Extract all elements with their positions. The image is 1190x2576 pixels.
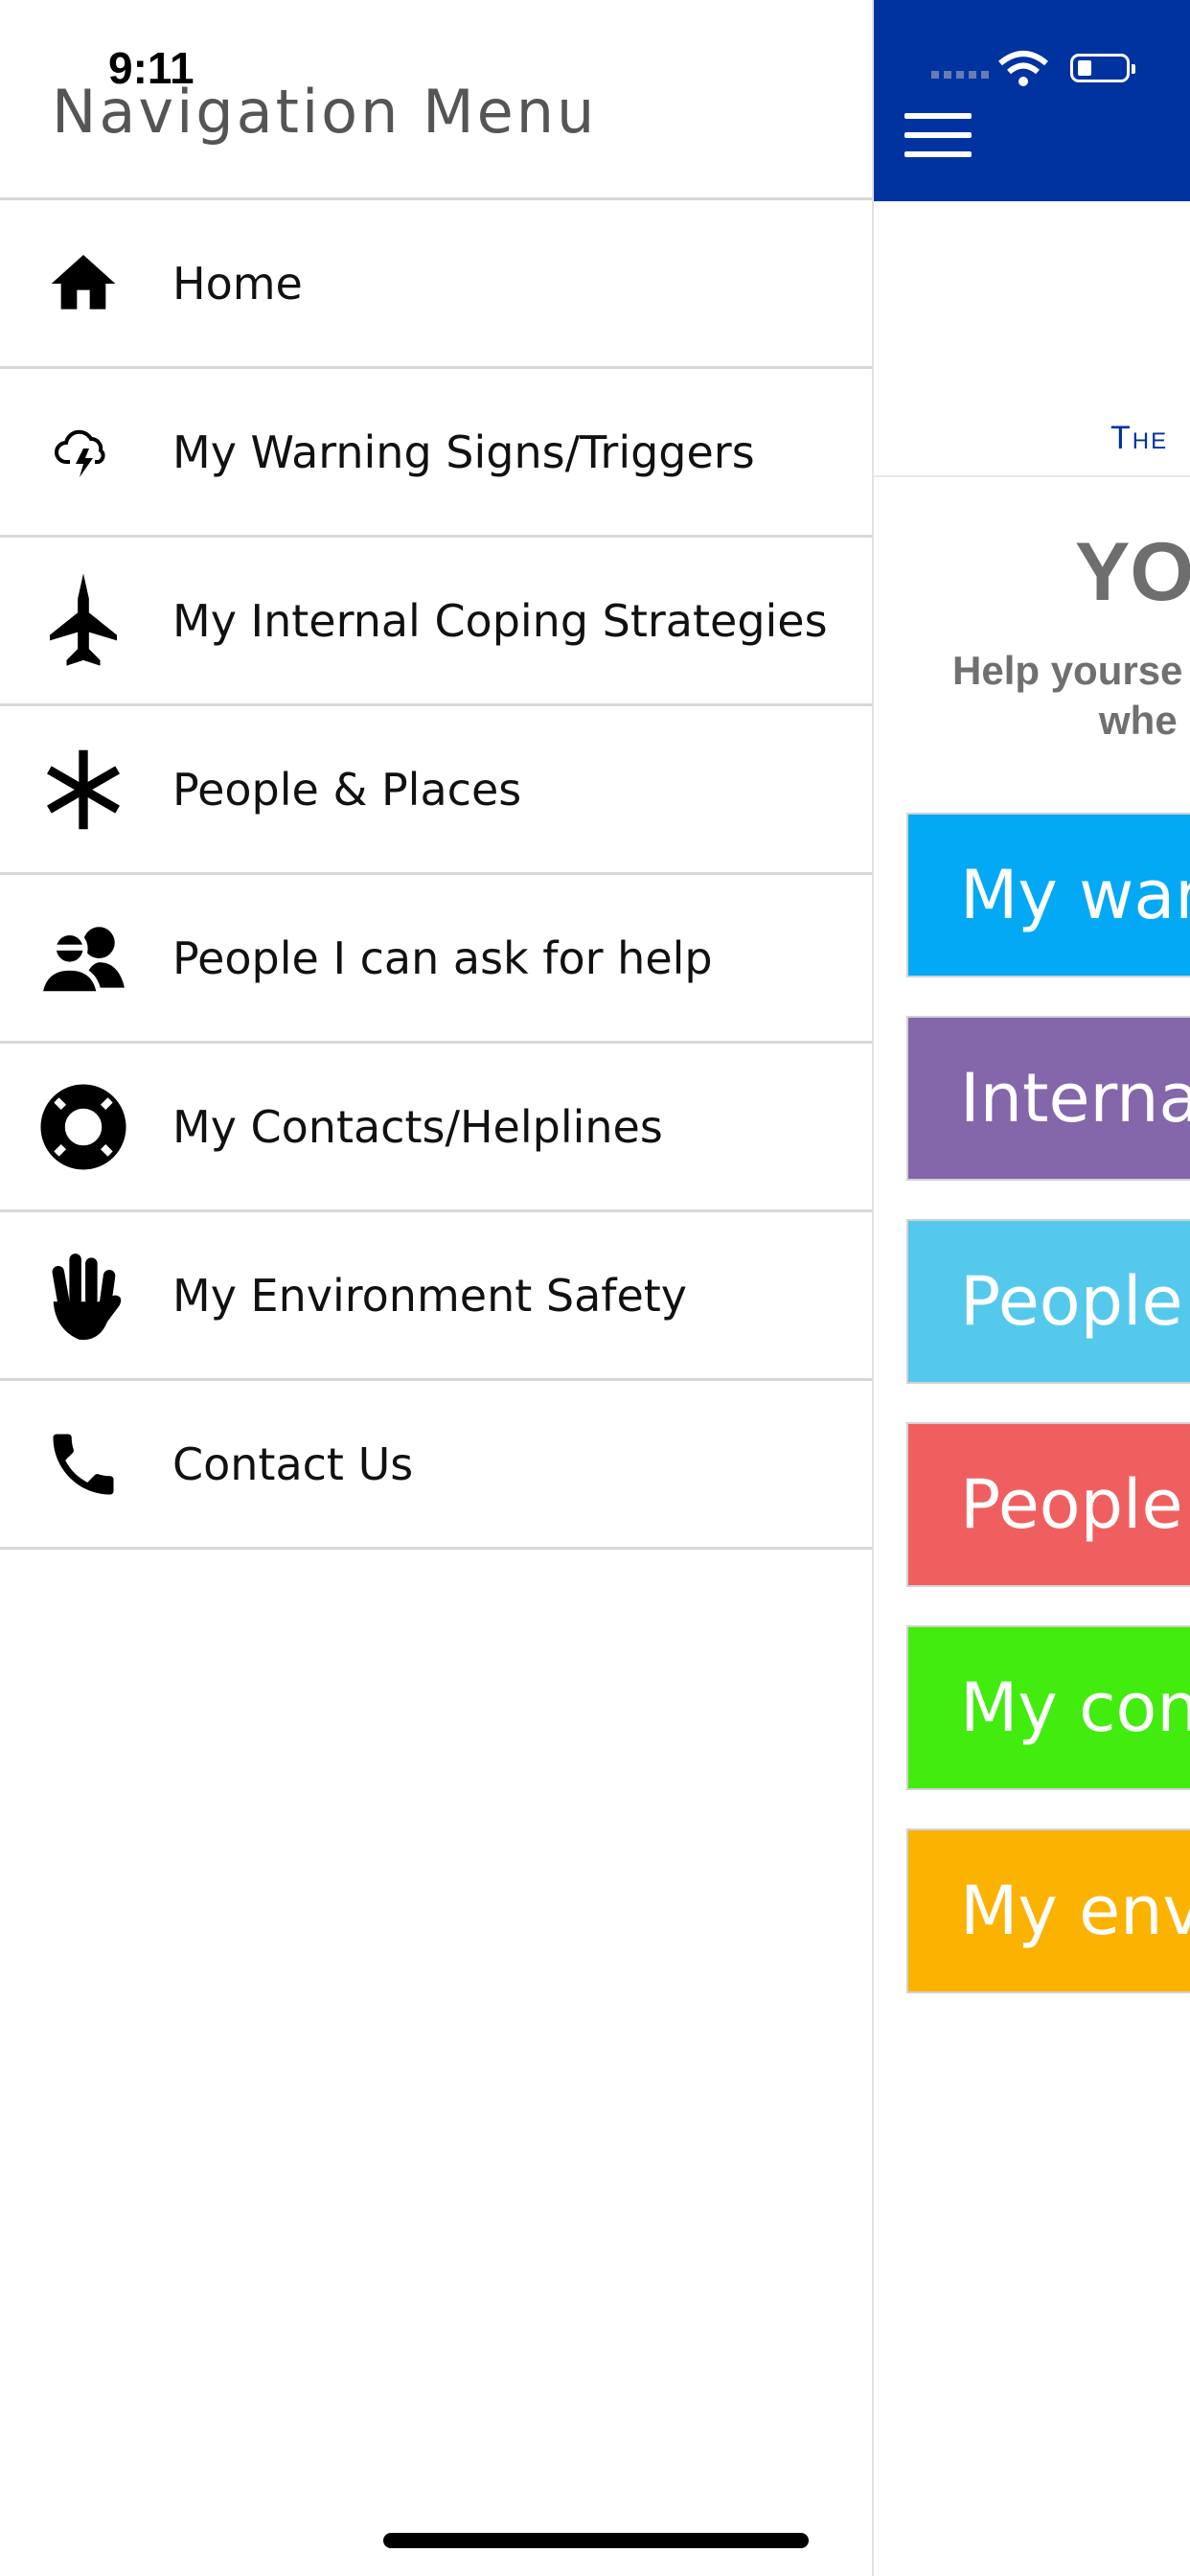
nav-item-label: People I can ask for help [172, 932, 713, 984]
subtitle-line-2: whe [1099, 698, 1178, 743]
nav-item-people-places[interactable]: People & Places [0, 706, 872, 875]
navigation-drawer: 9:11 Navigation Menu Home My Warning Sig… [0, 0, 872, 2576]
tile-label: People [960, 1262, 1183, 1341]
drawer-title: Navigation Menu [52, 77, 598, 147]
nav-item-people-help[interactable]: People I can ask for help [0, 875, 872, 1044]
tile-warning-signs[interactable]: My warn [906, 813, 1190, 978]
tile-label: My warn [960, 856, 1190, 934]
nav-item-label: My Environment Safety [172, 1269, 688, 1322]
nav-item-label: My Contacts/Helplines [172, 1100, 663, 1153]
signal-icon [931, 71, 989, 79]
app-main-screen: The YO Help yourse whe My warn Internal … [872, 0, 1190, 2576]
storm-cloud-icon [40, 409, 126, 495]
subtitle-line-1: Help yourse [952, 648, 1183, 693]
nav-item-label: My Warning Signs/Triggers [172, 426, 755, 478]
divider [874, 475, 1190, 477]
phone-icon [40, 1421, 126, 1507]
asterisk-icon [40, 747, 126, 833]
tile-label: My cont [960, 1668, 1190, 1747]
wifi-icon [998, 51, 1048, 86]
tile-label: People [960, 1465, 1183, 1544]
lifebuoy-icon [40, 1083, 126, 1170]
hamburger-menu-icon[interactable] [904, 113, 972, 161]
nav-item-home[interactable]: Home [0, 200, 872, 369]
nav-item-warning-signs[interactable]: My Warning Signs/Triggers [0, 369, 872, 538]
nav-item-coping-strategies[interactable]: My Internal Coping Strategies [0, 538, 872, 706]
tile-label: My envi [960, 1872, 1190, 1950]
jet-icon [40, 572, 126, 666]
home-indicator[interactable] [383, 2533, 809, 2548]
tile-people-help[interactable]: People [906, 1422, 1190, 1587]
nav-item-label: Contact Us [172, 1438, 414, 1490]
tile-people-places[interactable]: People [906, 1219, 1190, 1384]
nav-item-environment-safety[interactable]: My Environment Safety [0, 1212, 872, 1381]
tile-environment[interactable]: My envi [906, 1828, 1190, 1993]
brand-text: The [1110, 420, 1169, 456]
people-icon [40, 915, 126, 1001]
app-header-bar [874, 0, 1190, 201]
page-title: YO [1075, 526, 1190, 618]
nav-item-contacts-helplines[interactable]: My Contacts/Helplines [0, 1044, 872, 1212]
nav-item-label: My Internal Coping Strategies [172, 594, 828, 647]
nav-item-contact-us[interactable]: Contact Us [0, 1381, 872, 1550]
home-icon [40, 241, 126, 327]
battery-icon [1070, 54, 1135, 82]
tile-label: Internal [960, 1059, 1190, 1138]
nav-menu: Home My Warning Signs/Triggers My Intern… [0, 197, 872, 1550]
hand-icon [40, 1253, 126, 1340]
nav-item-label: Home [172, 257, 303, 310]
nav-item-label: People & Places [172, 763, 522, 816]
tile-contacts[interactable]: My cont [906, 1625, 1190, 1790]
tile-internal-coping[interactable]: Internal [906, 1016, 1190, 1181]
